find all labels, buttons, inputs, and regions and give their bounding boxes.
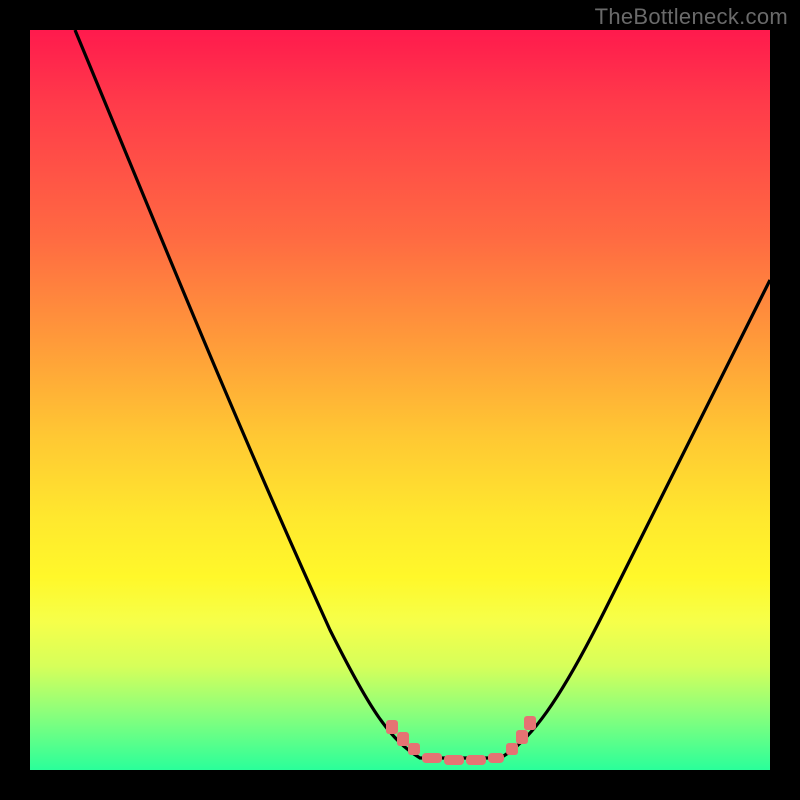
dip-marker [516, 730, 528, 744]
dip-marker [386, 720, 398, 734]
dip-marker [444, 755, 464, 765]
curve-overlay [30, 30, 770, 770]
bottleneck-curve [75, 30, 770, 758]
dip-marker-group [386, 716, 536, 765]
dip-marker [422, 753, 442, 763]
dip-marker [408, 743, 420, 755]
watermark-text: TheBottleneck.com [595, 4, 788, 30]
plot-area [30, 30, 770, 770]
dip-marker [397, 732, 409, 746]
dip-marker [466, 755, 486, 765]
dip-marker [524, 716, 536, 730]
chart-frame: TheBottleneck.com [0, 0, 800, 800]
dip-marker [488, 753, 504, 763]
dip-marker [506, 743, 518, 755]
